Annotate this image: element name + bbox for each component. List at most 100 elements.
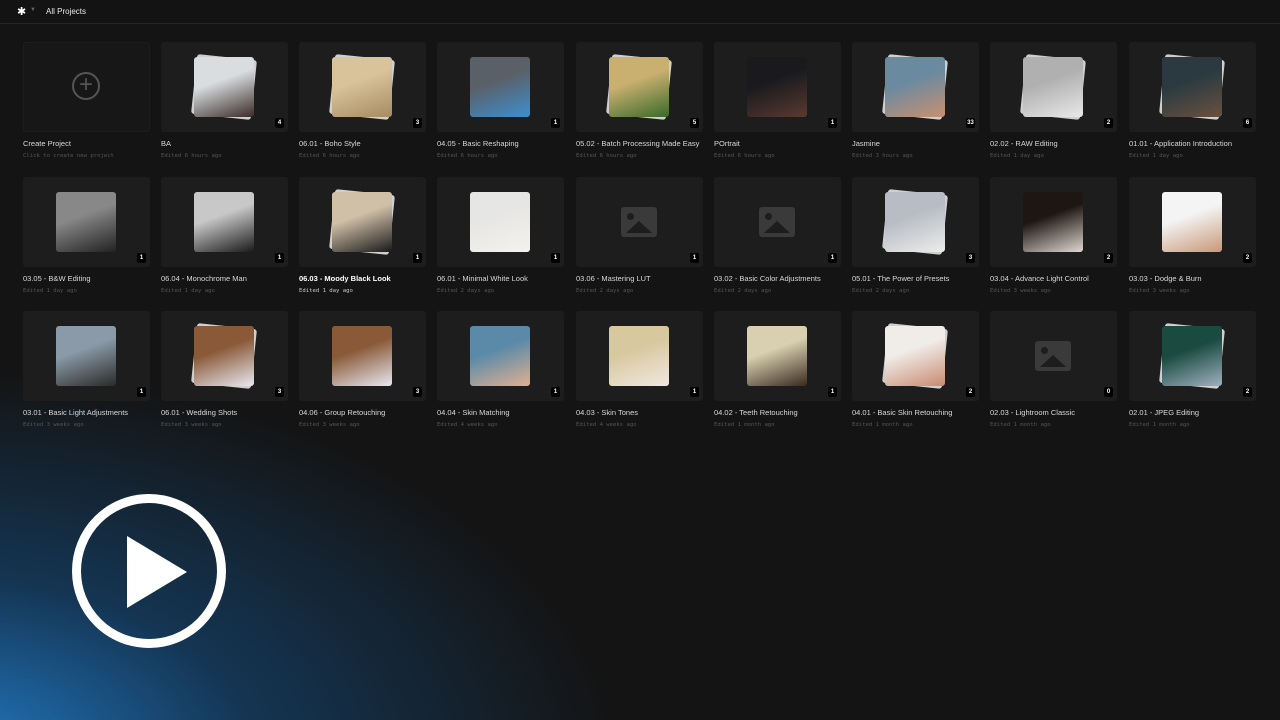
photo-count-badge: 5: [690, 118, 699, 128]
project-card[interactable]: 2 02.01 - JPEG Editing Edited 1 month ago: [1129, 311, 1256, 428]
photo-count-badge: 1: [690, 253, 699, 263]
project-edited-time: Edited 2 days ago: [576, 288, 634, 294]
project-card[interactable]: 2 02.02 - RAW Editing Edited 1 day ago: [990, 42, 1117, 159]
project-thumbnail[interactable]: 1: [714, 311, 841, 401]
project-title: 05.01 - The Power of Presets: [852, 274, 950, 283]
project-thumbnail[interactable]: 1: [161, 177, 288, 267]
project-card[interactable]: 3 04.06 - Group Retouching Edited 3 weeks …: [299, 311, 426, 428]
project-edited-time: Edited 1 day ago: [1129, 153, 1183, 159]
project-thumbnail[interactable]: 3: [299, 311, 426, 401]
project-thumbnail[interactable]: 1: [576, 311, 703, 401]
project-thumbnail[interactable]: 3: [852, 177, 979, 267]
project-thumbnail[interactable]: 4: [161, 42, 288, 132]
project-title: 03.01 - Basic Light Adjustments: [23, 408, 129, 417]
project-edited-time: Edited 1 day ago: [299, 288, 353, 294]
project-title: BA: [161, 139, 172, 148]
project-card[interactable]: 3 05.01 - The Power of Presets Edited 2 da…: [852, 177, 979, 294]
photo-thumbnail: [194, 326, 254, 386]
project-thumbnail[interactable]: 1: [299, 177, 426, 267]
play-circle-icon[interactable]: [72, 494, 226, 648]
project-thumbnail[interactable]: 0: [990, 311, 1117, 401]
create-project-title: Create Project: [23, 139, 71, 148]
photo-thumbnail: [332, 57, 392, 117]
project-card[interactable]: 33 Jasmine Edited 3 hours ago: [852, 42, 979, 159]
project-edited-time: Edited 2 days ago: [852, 288, 910, 294]
project-card[interactable]: 1 03.06 - Mastering LUT Edited 2 days ago: [576, 177, 703, 294]
project-card[interactable]: 0 02.03 - Lightroom Classic Edited 1 month…: [990, 311, 1117, 428]
project-thumbnail[interactable]: 3: [161, 311, 288, 401]
photo-count-badge: 2: [1104, 118, 1113, 128]
project-card[interactable]: 3 06.01 - Boho Style Edited 6 hours ago: [299, 42, 426, 159]
project-edited-time: Edited 1 month ago: [990, 422, 1051, 428]
project-title: 04.03 - Skin Tones: [576, 408, 638, 417]
project-edited-time: Edited 6 hours ago: [299, 153, 360, 159]
project-thumbnail[interactable]: 1: [23, 177, 150, 267]
photo-count-badge: 3: [275, 387, 284, 397]
photo-count-badge: 1: [690, 387, 699, 397]
sparkle-icon[interactable]: ✱: [17, 5, 26, 18]
project-card[interactable]: 2 03.04 - Advance Light Control Edited 3 w…: [990, 177, 1117, 294]
project-card[interactable]: 1 03.05 - B&W Editing Edited 1 day ago: [23, 177, 150, 294]
photo-count-badge: 2: [966, 387, 975, 397]
breadcrumb-all-projects[interactable]: All Projects: [46, 7, 86, 16]
project-edited-time: Edited 4 weeks ago: [437, 422, 498, 428]
project-edited-time: Edited 3 weeks ago: [1129, 288, 1190, 294]
project-card[interactable]: 1 06.04 - Monochrome Man Edited 1 day ago: [161, 177, 288, 294]
photo-thumbnail: [1162, 57, 1222, 117]
create-project-card[interactable]: + Create Project Click to create new pro…: [23, 42, 150, 159]
project-card[interactable]: 4 BA Edited 6 hours ago: [161, 42, 288, 159]
photo-thumbnail: [747, 57, 807, 117]
photo-count-badge: 6: [1243, 118, 1252, 128]
project-thumbnail[interactable]: 1: [714, 42, 841, 132]
project-thumbnail[interactable]: 1: [437, 177, 564, 267]
project-thumbnail[interactable]: 2: [852, 311, 979, 401]
project-thumbnail[interactable]: 6: [1129, 42, 1256, 132]
project-card[interactable]: 1 POrtrait Edited 6 hours ago: [714, 42, 841, 159]
project-edited-time: Edited 2 days ago: [437, 288, 495, 294]
project-card[interactable]: 2 03.03 - Dodge & Burn Edited 3 weeks ago: [1129, 177, 1256, 294]
photo-thumbnail: [609, 326, 669, 386]
project-thumbnail[interactable]: 5: [576, 42, 703, 132]
project-card[interactable]: 1 04.04 - Skin Matching Edited 4 weeks ago: [437, 311, 564, 428]
project-thumbnail[interactable]: 1: [23, 311, 150, 401]
project-card[interactable]: 1 04.05 - Basic Reshaping Edited 6 hours a…: [437, 42, 564, 159]
project-card[interactable]: 1 04.03 - Skin Tones Edited 4 weeks ago: [576, 311, 703, 428]
project-thumbnail[interactable]: 1: [437, 311, 564, 401]
project-thumbnail[interactable]: 2: [1129, 311, 1256, 401]
project-edited-time: Edited 1 day ago: [990, 153, 1044, 159]
photo-thumbnail: [1162, 326, 1222, 386]
project-title: 06.03 - Moody Black Look: [299, 274, 391, 283]
project-thumbnail[interactable]: 1: [714, 177, 841, 267]
chevron-down-icon[interactable]: ▼: [30, 7, 36, 13]
project-thumbnail[interactable]: 1: [437, 42, 564, 132]
project-thumbnail[interactable]: 2: [990, 42, 1117, 132]
project-thumbnail[interactable]: 2: [990, 177, 1117, 267]
project-thumbnail[interactable]: 1: [576, 177, 703, 267]
project-card[interactable]: 2 04.01 - Basic Skin Retouching Edited 1 m…: [852, 311, 979, 428]
project-thumbnail[interactable]: 3: [299, 42, 426, 132]
project-title: 06.01 - Boho Style: [299, 139, 361, 148]
photo-thumbnail: [470, 326, 530, 386]
photo-count-badge: 3: [966, 253, 975, 263]
image-placeholder-icon: [1035, 341, 1071, 371]
project-title: 02.03 - Lightroom Classic: [990, 408, 1076, 417]
project-card[interactable]: 1 06.01 - Minimal White Look Edited 2 days…: [437, 177, 564, 294]
project-card[interactable]: 1 03.02 - Basic Color Adjustments Edited 2…: [714, 177, 841, 294]
photo-count-badge: 3: [413, 387, 422, 397]
photo-count-badge: 1: [828, 253, 837, 263]
create-project-thumb[interactable]: +: [23, 42, 150, 132]
project-card[interactable]: 1 06.03 - Moody Black Look Edited 1 day ag…: [299, 177, 426, 294]
project-title: 03.02 - Basic Color Adjustments: [714, 274, 821, 283]
project-card[interactable]: 3 06.01 - Wedding Shots Edited 3 weeks ago: [161, 311, 288, 428]
project-card[interactable]: 1 03.01 - Basic Light Adjustments Edited 3…: [23, 311, 150, 428]
project-card[interactable]: 5 05.02 - Batch Processing Made Easy Edite…: [576, 42, 703, 159]
project-card[interactable]: 6 01.01 - Application Introduction Edited …: [1129, 42, 1256, 159]
project-thumbnail[interactable]: 2: [1129, 177, 1256, 267]
project-title: 06.01 - Minimal White Look: [437, 274, 528, 283]
project-card[interactable]: 1 04.02 - Teeth Retouching Edited 1 month …: [714, 311, 841, 428]
project-thumbnail[interactable]: 33: [852, 42, 979, 132]
photo-count-badge: 4: [275, 118, 284, 128]
project-title: POrtrait: [714, 139, 740, 148]
project-edited-time: Edited 4 weeks ago: [576, 422, 637, 428]
photo-count-badge: 1: [828, 118, 837, 128]
